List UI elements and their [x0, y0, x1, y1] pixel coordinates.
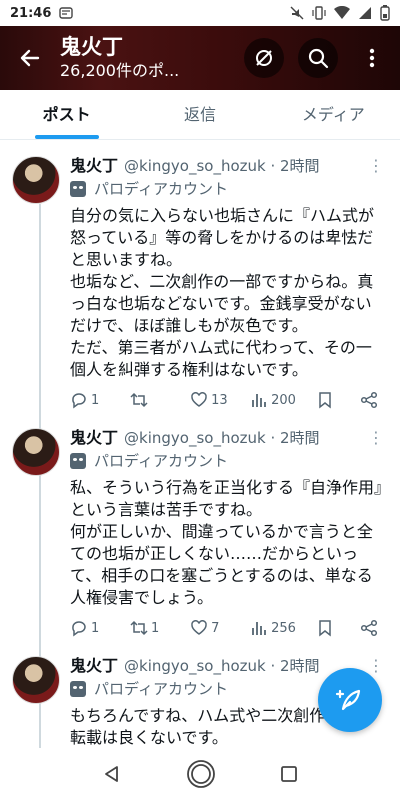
post-text[interactable]: 自分の気に入らない也垢さんに『ハム式が怒っている』等の脅しをかけるのは卑怯だと思…	[70, 205, 384, 381]
tab-replies[interactable]: 返信	[133, 90, 266, 139]
post-handle-time: @kingyo_so_hozuk · 2時間	[124, 657, 320, 675]
post-handle-time: @kingyo_so_hozuk · 2時間	[124, 157, 320, 175]
reply-button[interactable]: 1	[70, 619, 110, 637]
share-icon	[360, 391, 378, 409]
profile-header: 鬼火丁 26,200件のポ...	[0, 26, 400, 90]
battery-icon	[380, 5, 390, 21]
heart-icon	[191, 392, 207, 407]
parody-mask-icon	[70, 680, 86, 697]
share-icon	[360, 619, 378, 637]
profile-name: 鬼火丁	[60, 35, 123, 59]
bookmark-icon	[319, 392, 331, 409]
like-button[interactable]: 13	[190, 391, 230, 409]
parody-mask-icon	[70, 452, 86, 469]
signal-icon	[359, 7, 371, 19]
more-vertical-icon	[369, 48, 375, 68]
profile-tabs: ポスト 返信 メディア	[0, 90, 400, 140]
nav-back-icon[interactable]	[102, 764, 122, 784]
nav-home-icon[interactable]	[186, 759, 216, 789]
post-text[interactable]: 私、そういう行為を正当化する『自浄作用』という言葉は苦手ですね。 何が正しいか、…	[70, 477, 384, 609]
post-count: 26,200件のポ...	[60, 61, 180, 80]
vibrate-icon	[312, 6, 326, 20]
bookmark-button[interactable]	[316, 619, 340, 637]
repost-icon	[130, 392, 148, 408]
post-feed[interactable]: ⋮ 鬼火丁 @kingyo_so_hozuk · 2時間 パロディアカウント 自…	[0, 148, 400, 748]
notification-icon	[59, 7, 74, 19]
parody-label: パロディアカウント	[94, 180, 228, 198]
parody-mask-icon	[70, 180, 86, 197]
back-arrow-icon	[20, 49, 40, 67]
more-options-button[interactable]	[352, 38, 392, 78]
parody-label: パロディアカウント	[94, 680, 228, 698]
repost-button[interactable]: 1	[130, 619, 170, 637]
grok-icon	[256, 50, 272, 66]
bookmark-button[interactable]	[316, 391, 340, 409]
back-button[interactable]	[0, 26, 60, 90]
share-button[interactable]	[360, 391, 384, 409]
heart-icon	[191, 620, 207, 635]
compose-button[interactable]	[318, 668, 382, 732]
nav-recents-icon[interactable]	[280, 765, 298, 783]
status-time: 21:46	[10, 5, 52, 21]
post-author-name[interactable]: 鬼火丁	[70, 152, 118, 176]
post-author-name[interactable]: 鬼火丁	[70, 652, 118, 676]
repost-button[interactable]	[130, 391, 170, 409]
like-button[interactable]: 7	[190, 619, 230, 637]
repost-icon	[130, 620, 148, 636]
share-button[interactable]	[360, 619, 384, 637]
mute-icon	[290, 6, 304, 20]
views-button[interactable]: 200	[250, 391, 296, 409]
reply-icon	[72, 621, 86, 637]
search-icon	[308, 48, 329, 69]
avatar[interactable]	[12, 428, 60, 476]
wifi-icon	[334, 6, 350, 19]
tab-media[interactable]: メディア	[267, 90, 400, 139]
post-actions: 1 1 7 256	[70, 619, 384, 637]
views-button[interactable]: 256	[250, 619, 296, 637]
reply-button[interactable]: 1	[70, 391, 110, 409]
status-bar: 21:46	[0, 0, 400, 26]
system-nav-bar	[0, 748, 400, 800]
search-button[interactable]	[298, 38, 338, 78]
views-chart-icon	[252, 622, 266, 635]
grok-button[interactable]	[244, 38, 284, 78]
tab-posts[interactable]: ポスト	[0, 90, 133, 139]
bookmark-icon	[319, 620, 331, 637]
post-handle-time: @kingyo_so_hozuk · 2時間	[124, 429, 320, 447]
parody-label: パロディアカウント	[94, 452, 228, 470]
compose-feather-icon	[335, 689, 361, 711]
avatar[interactable]	[12, 656, 60, 704]
reply-icon	[72, 393, 86, 409]
post-author-name[interactable]: 鬼火丁	[70, 424, 118, 448]
post-actions: 1 13 200	[70, 391, 384, 409]
avatar[interactable]	[12, 156, 60, 204]
views-chart-icon	[252, 394, 266, 407]
